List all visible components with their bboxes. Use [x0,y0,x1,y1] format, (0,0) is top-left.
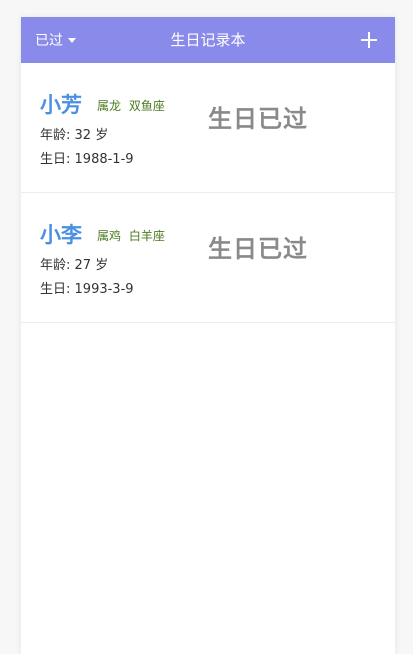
birthday-status: 生日已过 [208,105,308,133]
add-record-button[interactable] [357,28,381,52]
record-card[interactable]: 小李 属鸡 白羊座 年龄: 27 岁 生日: 1993-3-9 生日已过 [21,193,395,323]
plus-icon [361,32,377,48]
record-list: 小芳 属龙 双鱼座 年龄: 32 岁 生日: 1988-1-9 生日已过 小李 … [21,63,395,323]
constellation-tag: 白羊座 [128,229,165,243]
birthday-status: 生日已过 [208,235,308,263]
age-value: 27 [74,258,92,273]
birth-value: 1988-1-9 [74,152,134,167]
age-line: 年龄: 32 岁 [40,124,108,143]
constellation-tag: 双鱼座 [128,99,165,113]
zodiac-tag: 属龙 [97,99,122,113]
birth-value: 1993-3-9 [74,282,134,297]
page-title: 生日记录本 [170,31,246,49]
caret-down-icon [68,37,76,43]
app-screen: 已过 生日记录本 小芳 属龙 双鱼座 年龄: 32 岁 生日: 1988-1-9… [21,17,395,654]
birth-line: 生日: 1988-1-9 [40,148,134,167]
birth-label: 生日: [40,282,71,297]
navbar: 已过 生日记录本 [21,17,395,63]
age-unit: 岁 [95,258,109,273]
filter-dropdown[interactable]: 已过 [35,17,76,63]
age-unit: 岁 [95,128,109,143]
age-label: 年龄: [40,258,71,273]
birth-label: 生日: [40,152,71,167]
record-card[interactable]: 小芳 属龙 双鱼座 年龄: 32 岁 生日: 1988-1-9 生日已过 [21,63,395,193]
birth-line: 生日: 1993-3-9 [40,278,134,297]
age-value: 32 [74,128,92,143]
age-line: 年龄: 27 岁 [40,254,108,273]
record-name: 小芳 [40,93,82,117]
zodiac-tag: 属鸡 [97,229,122,243]
age-label: 年龄: [40,128,71,143]
record-tags: 属龙 双鱼座 [97,97,165,114]
record-tags: 属鸡 白羊座 [97,227,165,244]
filter-label: 已过 [35,33,63,49]
record-name: 小李 [40,223,82,247]
